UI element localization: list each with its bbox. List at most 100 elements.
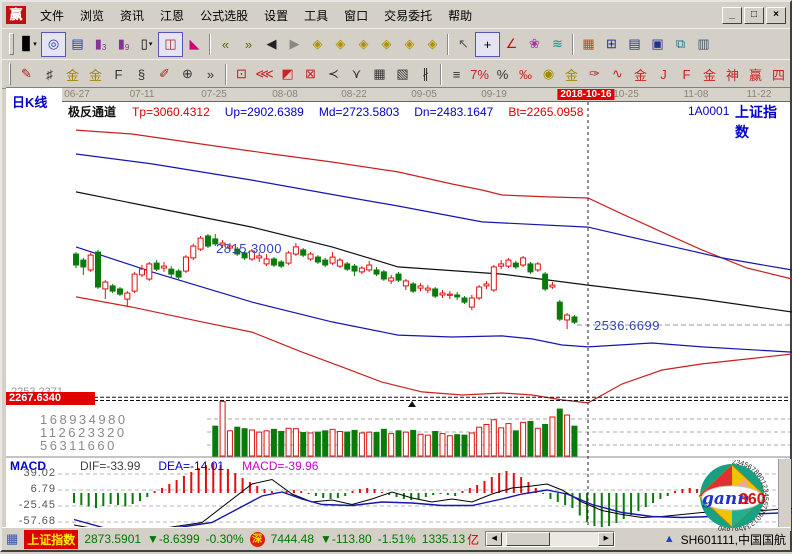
shenzhen-badge[interactable]: 深 [250, 532, 265, 547]
gold-grid-1-icon[interactable]: 金 [61, 63, 84, 86]
draw-pencil-icon[interactable]: ✎ [15, 63, 38, 86]
param-value: Up=2902.6389 [225, 105, 304, 119]
circle-cycle-icon[interactable]: ⊕ [176, 63, 199, 86]
menu-tools[interactable]: 工具 [296, 4, 336, 27]
gold-circle-icon[interactable]: ◉ [537, 63, 560, 86]
menu-formula-pick[interactable]: 公式选股 [192, 4, 256, 27]
macd-axis-label: -25.45 [6, 499, 56, 511]
restore-button[interactable]: □ [744, 7, 764, 24]
cursor-price-label: 2536.6699 [594, 318, 660, 333]
wave-zigzag-icon[interactable]: ⋎ [345, 63, 368, 86]
percent-7-icon[interactable]: 7% [468, 63, 491, 86]
sz-pct: -1.51% [378, 532, 416, 546]
first-page-icon[interactable]: « [214, 33, 237, 56]
prev-bar-icon[interactable]: ◀ [260, 33, 283, 56]
wave-a-icon[interactable]: ∿ [606, 63, 629, 86]
gann-flower-icon[interactable]: ❀ [523, 33, 546, 56]
candle-style-icon[interactable]: ▯▾ [135, 33, 158, 56]
menu-settings[interactable]: 设置 [256, 4, 296, 27]
j-angle-icon[interactable]: J [652, 63, 675, 86]
f10-info-icon[interactable]: ▤ [66, 33, 89, 56]
square-grid-icon[interactable]: ▦ [368, 63, 391, 86]
shift-right-icon[interactable]: ◈ [421, 33, 444, 56]
menu-help[interactable]: 帮助 [440, 4, 480, 27]
menu-news[interactable]: 资讯 [112, 4, 152, 27]
compress-bars-icon[interactable]: ◈ [352, 33, 375, 56]
fan-box-icon[interactable]: ◩ [276, 63, 299, 86]
fib-ruler-icon[interactable]: F [107, 63, 130, 86]
parallel-lines-icon[interactable]: ∦ [414, 63, 437, 86]
scale-meter-icon[interactable]: ≡ [445, 63, 468, 86]
report-icon[interactable]: ▤ [623, 33, 646, 56]
kline-period-icon[interactable]: ▊▾ [18, 33, 41, 56]
calendar-grid-icon[interactable]: ▧ [391, 63, 414, 86]
menu-trade[interactable]: 交易委托 [376, 4, 440, 27]
percent-icon[interactable]: % [491, 63, 514, 86]
toolbar-2-icons: ✎♯金金F§✐⊕»⊡⋘◩⊠≺⋎▦▧∦≡7%%‰◉金✑∿金JF金神赢四 [15, 63, 790, 86]
scroll-left-icon[interactable]: ◀ [486, 532, 502, 546]
quote-table-icon[interactable]: ▦ [6, 531, 18, 547]
zoom-out-icon[interactable]: ◈ [306, 33, 329, 56]
f-angle-icon[interactable]: F [675, 63, 698, 86]
kline-theme-icon[interactable]: ◫ [158, 32, 183, 57]
angle-measure-icon[interactable]: ∠ [500, 33, 523, 56]
capture-icon[interactable]: ⧉ [669, 33, 692, 56]
wave-tool-icon[interactable]: ≋ [546, 33, 569, 56]
param-value: DIF=-33.99 [80, 459, 140, 473]
price-ruler-icon[interactable]: ♯ [38, 63, 61, 86]
more-tools-icon[interactable]: » [199, 63, 222, 86]
toolbar-grip[interactable] [9, 33, 14, 55]
save-icon[interactable]: ▣ [646, 33, 669, 56]
shift-left-icon[interactable]: ◈ [398, 33, 421, 56]
menu-window[interactable]: 窗口 [336, 4, 376, 27]
indicator-params: Tp=3060.4312Up=2902.6389Md=2723.5803Dn=2… [132, 105, 598, 119]
sh-price: 2873.5901 [84, 532, 141, 546]
stock-icon: ▲ [664, 533, 675, 545]
percent-lines-icon[interactable]: ‰ [514, 63, 537, 86]
gold-angle-icon[interactable]: 金 [698, 63, 721, 86]
scroll-right-icon[interactable]: ▶ [598, 532, 614, 546]
indicator-flag-icon[interactable]: ◣ [183, 33, 206, 56]
macd-axis-label: -57.68 [6, 515, 56, 527]
si-angle-icon[interactable]: 四 [767, 63, 790, 86]
gold-lines-icon[interactable]: 金 [560, 63, 583, 86]
gann360-logo[interactable]: gann 360 23456789012345678901234567890 [690, 460, 778, 531]
angle-fan-icon[interactable]: ≺ [322, 63, 345, 86]
current-stock-label[interactable]: SH601111,中国国航 [681, 531, 786, 548]
expand-bars-icon[interactable]: ◈ [375, 33, 398, 56]
calendar-icon[interactable]: ▦ [577, 33, 600, 56]
grid-box-icon[interactable]: ⊠ [299, 63, 322, 86]
shen-angle-icon[interactable]: 神 [721, 63, 744, 86]
menu-gann[interactable]: 江恩 [152, 4, 192, 27]
stock-pool-icon[interactable]: ◎ [41, 32, 66, 57]
minute-3-icon[interactable]: ▮3 [89, 33, 112, 56]
hand-tool-icon[interactable]: ↖ [452, 33, 475, 56]
param-value: Tp=3060.4312 [132, 105, 210, 119]
calculator-icon[interactable]: ⊞ [600, 33, 623, 56]
close-button[interactable]: × [766, 7, 786, 24]
date-axis-strip: 06-2707-1107-2508-0808-2209-0509-192018-… [62, 88, 790, 101]
last-page-icon[interactable]: » [237, 33, 260, 56]
print-icon[interactable]: ▥ [692, 33, 715, 56]
zoom-in-icon[interactable]: ◈ [329, 33, 352, 56]
sh-change: ▼-8.6399 [147, 532, 200, 546]
brush-tool-icon[interactable]: ✐ [153, 63, 176, 86]
spiral-tool-icon[interactable]: § [130, 63, 153, 86]
toolbar-grip-2[interactable] [9, 63, 11, 85]
menu-file[interactable]: 文件 [32, 4, 72, 27]
next-bar-icon[interactable]: ▶ [283, 33, 306, 56]
menu-browse[interactable]: 浏览 [72, 4, 112, 27]
horizontal-scrollbar[interactable]: ◀ ▶ [485, 531, 615, 547]
gann-fan-icon[interactable]: ⋘ [253, 63, 276, 86]
date-label: 06-27 [64, 89, 90, 100]
gold-grid-2-icon[interactable]: 金 [84, 63, 107, 86]
sh-index-badge[interactable]: 上证指数 [24, 530, 78, 549]
brush-angle-icon[interactable]: ✑ [583, 63, 606, 86]
gold-angle-red-icon[interactable]: 金 [629, 63, 652, 86]
rect-tool-icon[interactable]: ⊡ [230, 63, 253, 86]
crosshair-tool-icon[interactable]: + [475, 32, 500, 57]
scrollbar-thumb[interactable] [506, 532, 550, 546]
ying-angle-icon[interactable]: 赢 [744, 63, 767, 86]
minute-9-icon[interactable]: ▮9 [112, 33, 135, 56]
minimize-button[interactable]: _ [722, 7, 742, 24]
